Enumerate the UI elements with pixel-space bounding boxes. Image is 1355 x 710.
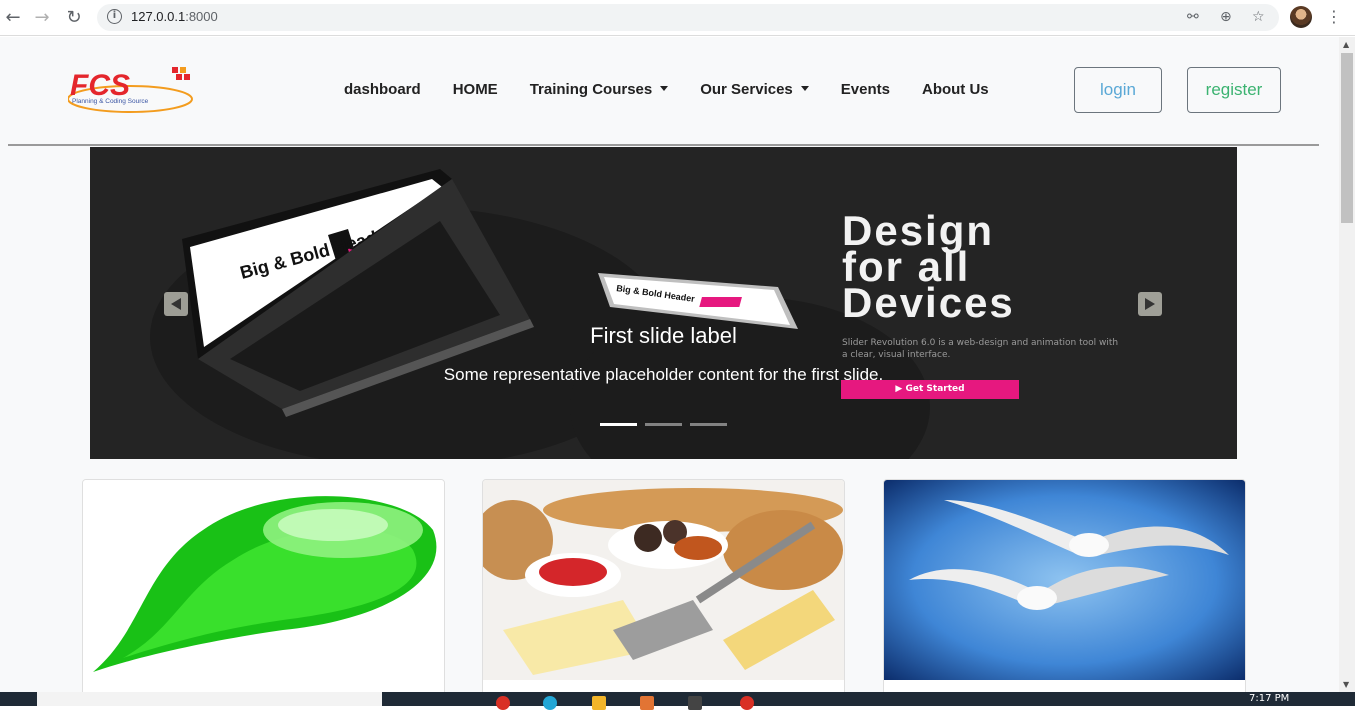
caret-down-icon <box>660 86 669 91</box>
forward-icon[interactable]: → <box>31 7 53 29</box>
nav-home[interactable]: HOME <box>453 81 498 98</box>
logo-icon: FCS Planning & Coding Source <box>67 67 193 113</box>
nav-home-label: HOME <box>452 81 498 98</box>
carousel-indicator-3[interactable] <box>690 423 727 426</box>
app-icon[interactable] <box>688 696 702 710</box>
page-scrollbar[interactable]: ▲ ▼ <box>1339 37 1355 692</box>
url-text[interactable]: 127.0.0.1:8000 <box>131 9 218 24</box>
brand-tagline: Planning & Coding Source <box>72 98 149 105</box>
slide-caption-text: Some representative placeholder content … <box>443 365 884 384</box>
chrome-icon[interactable] <box>740 696 754 710</box>
browser-toolbar: ← → ↻ i 127.0.0.1:8000 ⚯ ⊕ ☆ ⋮ <box>0 0 1355 36</box>
navbar: FCS Planning & Coding Source dashboard H… <box>0 37 1339 144</box>
register-button[interactable]: register <box>1187 67 1281 113</box>
nav-events[interactable]: Events <box>841 81 890 98</box>
app-icon[interactable] <box>543 696 557 710</box>
chevron-left-icon <box>171 298 181 310</box>
nav-dashboard[interactable]: dashboard <box>344 81 421 98</box>
seagulls-image <box>884 480 1245 680</box>
brand-logo[interactable]: FCS Planning & Coding Source <box>67 65 196 115</box>
star-icon[interactable]: ☆ <box>1252 9 1265 25</box>
taskbar-clock: 7:17 PM <box>1249 693 1290 704</box>
page: FCS Planning & Coding Source dashboard H… <box>0 37 1339 692</box>
carousel-prev-button[interactable] <box>164 292 188 316</box>
card-1[interactable] <box>82 479 445 692</box>
nav-about-us[interactable]: About Us <box>922 81 989 98</box>
get-started-label: Get Started <box>905 384 965 394</box>
nav-links: dashboard HOME Training Courses Our Serv… <box>344 81 1021 98</box>
caret-down-icon <box>800 86 809 91</box>
key-icon[interactable]: ⚯ <box>1187 9 1199 25</box>
menu-icon[interactable]: ⋮ <box>1326 7 1342 26</box>
hero-line-3: Devices <box>842 279 1015 326</box>
carousel-indicators <box>600 423 727 426</box>
taskbar-search[interactable] <box>37 692 382 706</box>
card-3[interactable] <box>883 479 1246 692</box>
url-host: 127.0.0.1 <box>131 9 186 24</box>
avatar[interactable] <box>1290 6 1312 28</box>
carousel-next-button[interactable] <box>1138 292 1162 316</box>
hero-headline: Design for all Devices <box>842 210 1015 326</box>
app-icon[interactable] <box>496 696 510 710</box>
chevron-right-icon <box>1145 298 1155 310</box>
scroll-up-icon[interactable]: ▲ <box>1343 40 1349 49</box>
divider <box>8 144 1319 146</box>
nav-about-us-label: About Us <box>921 81 989 98</box>
os-taskbar: 7:17 PM <box>0 692 1355 710</box>
reload-icon[interactable]: ↻ <box>63 7 85 29</box>
card-2[interactable] <box>482 479 845 692</box>
back-icon[interactable]: ← <box>2 7 24 29</box>
carousel-indicator-1[interactable] <box>600 423 637 426</box>
nav-our-services[interactable]: Our Services <box>700 81 809 98</box>
app-icon[interactable] <box>640 696 654 710</box>
cheese-crackers-image <box>483 480 844 680</box>
nav-events-label: Events <box>840 81 890 98</box>
nav-our-services-label: Our Services <box>700 81 793 98</box>
scroll-thumb[interactable] <box>1341 53 1353 223</box>
nav-training-courses-label: Training Courses <box>529 81 653 98</box>
info-icon[interactable]: i <box>107 9 122 24</box>
address-bar[interactable]: i 127.0.0.1:8000 ⚯ ⊕ ☆ <box>97 4 1279 31</box>
carousel-indicator-2[interactable] <box>645 423 682 426</box>
carousel: Big & Bold Header Big & Bold Header Desi… <box>90 147 1237 459</box>
folder-icon[interactable] <box>592 696 606 710</box>
url-port: :8000 <box>185 9 218 24</box>
slide-caption-title: First slide label <box>590 323 737 348</box>
nav-training-courses[interactable]: Training Courses <box>530 81 669 98</box>
green-droplet-image <box>83 480 444 680</box>
zoom-icon[interactable]: ⊕ <box>1220 9 1232 25</box>
login-button[interactable]: login <box>1074 67 1162 113</box>
nav-dashboard-label: dashboard <box>344 81 421 98</box>
scroll-down-icon[interactable]: ▼ <box>1343 680 1349 689</box>
